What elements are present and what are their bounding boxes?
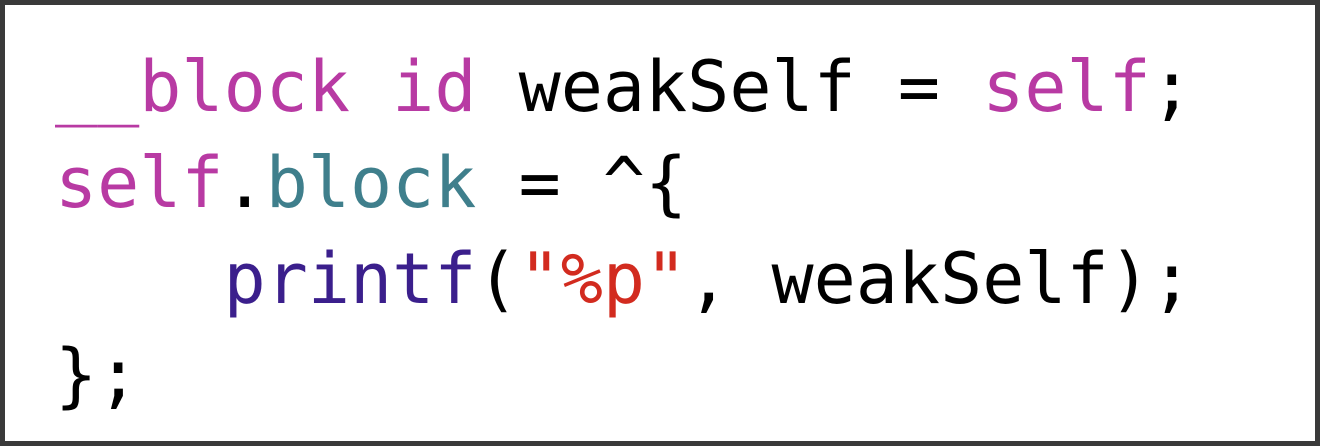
block-assignment: = ^{ [476,142,688,224]
property-block: block [265,142,477,224]
call-arguments: , weakSelf); [687,238,1193,320]
code-line-2: self.block = ^{ [55,135,1193,231]
code-line-3: printf("%p", weakSelf); [55,231,1193,327]
keyword-self: self [982,46,1151,128]
variable-declaration: weakSelf = [476,46,983,128]
string-literal: "%p" [518,238,688,320]
keyword-id: id [392,46,477,128]
keyword-self: self [55,142,224,224]
code-snippet-frame: __block id weakSelf = self; self.block = … [0,0,1320,446]
open-paren: ( [476,238,519,320]
block-close: }; [55,334,140,416]
code-block: __block id weakSelf = self; self.block = … [55,39,1193,423]
code-line-4: }; [55,327,1193,423]
keyword-block: __block [55,46,351,128]
code-line-1: __block id weakSelf = self; [55,39,1193,135]
function-printf: printf [223,238,477,320]
dot-operator: . [223,142,266,224]
semicolon: ; [1150,46,1193,128]
